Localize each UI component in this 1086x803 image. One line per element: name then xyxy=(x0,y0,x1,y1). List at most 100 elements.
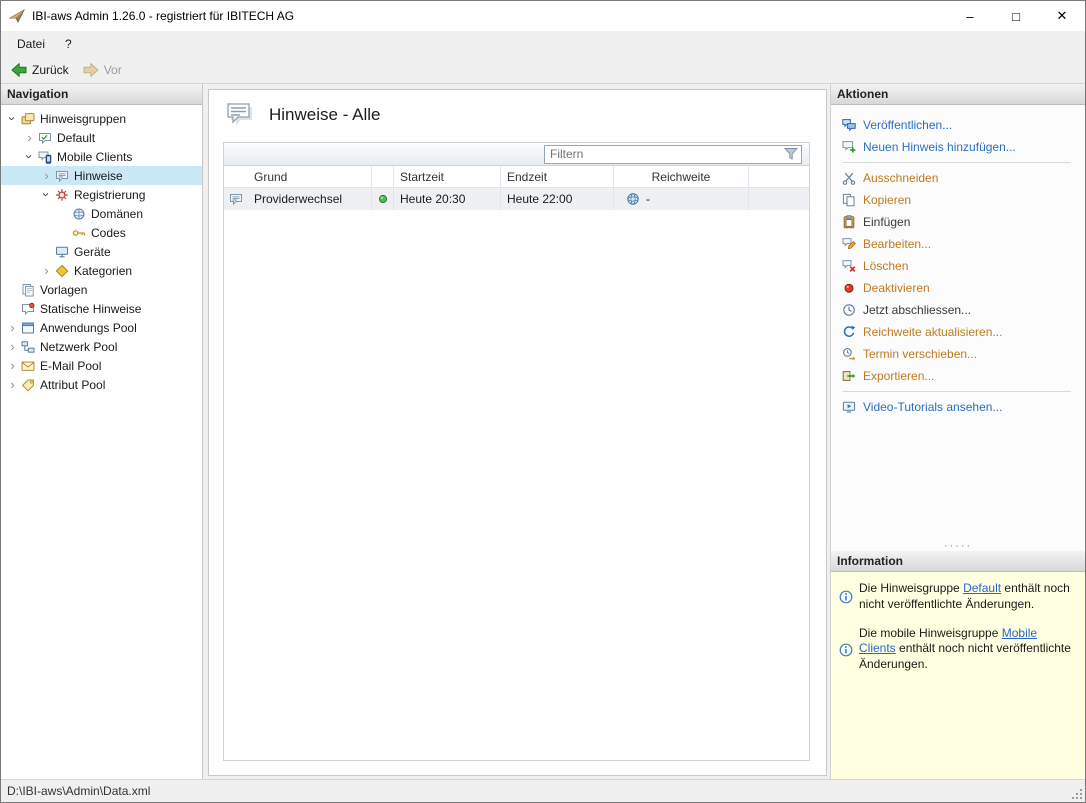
nav-tree: ›Hinweisgruppen›Default›Mobile Clients›H… xyxy=(1,105,202,779)
action-label: Video-Tutorials ansehen... xyxy=(863,400,1002,414)
tree-item-e-mail-pool[interactable]: ›E-Mail Pool xyxy=(1,356,202,375)
tree-item-label: Statische Hinweise xyxy=(40,302,147,316)
chevron-right-icon[interactable]: › xyxy=(39,168,54,183)
status-led xyxy=(372,188,394,210)
chevron-down-icon[interactable]: › xyxy=(22,149,37,164)
chevron-right-icon[interactable]: › xyxy=(5,339,20,354)
window-controls: – □ ✕ xyxy=(947,1,1085,31)
app-window: IBI-aws Admin 1.26.0 - registriert für I… xyxy=(0,0,1086,803)
codes-icon xyxy=(71,226,87,240)
chevron-right-icon[interactable]: › xyxy=(5,320,20,335)
info-icon xyxy=(839,582,853,613)
action-label: Exportieren... xyxy=(863,369,934,383)
action-label: Ausschneiden xyxy=(863,171,938,185)
action-kopieren[interactable]: Kopieren xyxy=(841,189,1085,211)
tree-item-anwendungs-pool[interactable]: › Anwendungs Pool xyxy=(1,318,202,337)
app-icon xyxy=(9,8,25,24)
back-button-label: Zurück xyxy=(32,63,69,77)
notice-table-body: ProviderwechselHeute 20:30Heute 22:00- xyxy=(224,188,809,760)
action-bearbeiten[interactable]: Bearbeiten... xyxy=(841,233,1085,255)
info-link-mobile-clients[interactable]: Mobile Clients xyxy=(859,626,1037,656)
action-einfügen[interactable]: Einfügen xyxy=(841,211,1085,233)
column-header-rowicon xyxy=(224,166,248,187)
notice-group-icon xyxy=(37,131,53,145)
tree-item-vorlagen[interactable]: Vorlagen xyxy=(1,280,202,299)
action-reichweite-aktualisieren[interactable]: Reichweite aktualisieren... xyxy=(841,321,1085,343)
statische-icon xyxy=(20,302,36,316)
filter-funnel-icon[interactable] xyxy=(781,147,801,161)
window-title: IBI-aws Admin 1.26.0 - registriert für I… xyxy=(32,9,947,23)
anwendungs-icon xyxy=(20,321,36,335)
menu-datei[interactable]: Datei xyxy=(7,33,55,55)
mobile-group-icon xyxy=(37,150,53,164)
action-label: Neuen Hinweis hinzufügen... xyxy=(863,140,1016,154)
chevron-down-icon[interactable]: › xyxy=(5,111,20,126)
tree-item-mobile-clients[interactable]: ›Mobile Clients xyxy=(1,147,202,166)
menu-help[interactable]: ? xyxy=(55,33,82,55)
resize-grip-icon[interactable] xyxy=(1071,788,1083,800)
toolbar: Zurück Vor xyxy=(1,57,1085,84)
tree-item-kategorien[interactable]: ›Kategorien xyxy=(1,261,202,280)
chevron-down-icon[interactable]: › xyxy=(39,187,54,202)
column-header-filler xyxy=(749,166,809,187)
action-exportieren[interactable]: Exportieren... xyxy=(841,365,1085,387)
tree-item-label: Domänen xyxy=(91,207,149,221)
statusbar: D:\IBI-aws\Admin\Data.xml xyxy=(1,779,1085,802)
action-deaktivieren[interactable]: Deaktivieren xyxy=(841,277,1085,299)
back-button[interactable]: Zurück xyxy=(6,60,78,80)
tree-item-domänen[interactable]: Domänen xyxy=(1,204,202,223)
action-veröffentlichen[interactable]: Veröffentlichen... xyxy=(841,114,1085,136)
close-button[interactable]: ✕ xyxy=(1039,1,1085,31)
tree-item-hinweise[interactable]: ›Hinweise xyxy=(1,166,202,185)
statusbar-path: D:\IBI-aws\Admin\Data.xml xyxy=(7,784,150,798)
paste-icon xyxy=(841,215,856,229)
column-header-status[interactable] xyxy=(372,166,394,187)
cell-startzeit: Heute 20:30 xyxy=(394,188,501,210)
tree-item-label: Anwendungs Pool xyxy=(40,321,143,335)
column-header-endzeit[interactable]: Endzeit xyxy=(501,166,614,187)
tree-item-attribut-pool[interactable]: ›Attribut Pool xyxy=(1,375,202,394)
action-video-tutorials-ansehen[interactable]: Video-Tutorials ansehen... xyxy=(841,396,1085,418)
tree-item-codes[interactable]: Codes xyxy=(1,223,202,242)
action-label: Reichweite aktualisieren... xyxy=(863,325,1002,339)
column-header-startzeit[interactable]: Startzeit xyxy=(394,166,501,187)
main-header: Hinweise - Alle xyxy=(223,100,810,142)
forward-button[interactable]: Vor xyxy=(78,60,131,80)
tree-item-statische-hinweise[interactable]: Statische Hinweise xyxy=(1,299,202,318)
chevron-right-icon[interactable]: › xyxy=(5,377,20,392)
page-title: Hinweise - Alle xyxy=(269,105,381,125)
action-jetzt-abschliessen[interactable]: Jetzt abschliessen... xyxy=(841,299,1085,321)
table-row-providerwechsel[interactable]: ProviderwechselHeute 20:30Heute 22:00- xyxy=(224,188,809,210)
chevron-right-icon[interactable]: › xyxy=(22,130,37,145)
action-termin-verschieben[interactable]: Termin verschieben... xyxy=(841,343,1085,365)
tree-item-netzwerk-pool[interactable]: ›Netzwerk Pool xyxy=(1,337,202,356)
tree-item-geräte[interactable]: Geräte xyxy=(1,242,202,261)
tree-item-default[interactable]: ›Default xyxy=(1,128,202,147)
netzwerk-icon xyxy=(20,340,36,354)
navigation-header: Navigation xyxy=(1,84,202,105)
tree-item-registrierung[interactable]: ›Registrierung xyxy=(1,185,202,204)
info-link-default[interactable]: Default xyxy=(963,581,1001,595)
chevron-right-icon[interactable]: › xyxy=(5,358,20,373)
vorlagen-icon xyxy=(20,283,36,297)
add-notice-icon xyxy=(841,140,856,154)
edit-icon xyxy=(841,237,856,251)
cell-filler xyxy=(749,188,809,210)
action-löschen[interactable]: Löschen xyxy=(841,255,1085,277)
maximize-button[interactable]: □ xyxy=(993,1,1039,31)
tree-item-label: Hinweisgruppen xyxy=(40,112,132,126)
panel-splitter[interactable]: ····· xyxy=(831,542,1085,551)
filter-box xyxy=(544,145,802,164)
main-panel: Hinweise - Alle Grund xyxy=(208,89,827,776)
info-box: Die Hinweisgruppe Default enthält noch n… xyxy=(831,572,1085,779)
chevron-right-icon[interactable]: › xyxy=(39,263,54,278)
column-header-grund[interactable]: Grund xyxy=(248,166,372,187)
filter-input[interactable] xyxy=(545,147,781,161)
actions-list: Veröffentlichen... Neuen Hinweis hinzufüg… xyxy=(831,105,1085,542)
information-header: Information xyxy=(831,551,1085,572)
minimize-button[interactable]: – xyxy=(947,1,993,31)
tree-item-hinweisgruppen[interactable]: › Hinweisgruppen xyxy=(1,109,202,128)
action-ausschneiden[interactable]: Ausschneiden xyxy=(841,167,1085,189)
action-neuen-hinweis-hinzufügen[interactable]: Neuen Hinweis hinzufügen... xyxy=(841,136,1085,158)
column-header-reichweite[interactable]: Reichweite xyxy=(614,166,749,187)
